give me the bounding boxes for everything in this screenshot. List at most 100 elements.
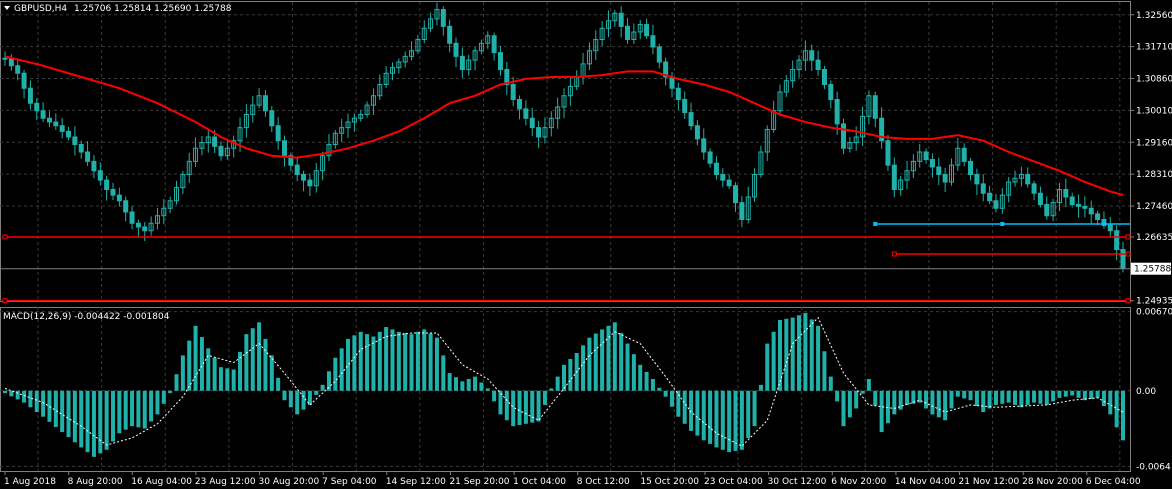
candle-body[interactable] — [34, 102, 40, 112]
candle-body[interactable] — [815, 59, 821, 70]
gbpusd-h4-chart[interactable]: 1.32560 1.31710 1.30860 1.30010 1.29160 1.283… — [0, 0, 1172, 489]
candle-body[interactable] — [701, 138, 707, 153]
level-anchor-point[interactable] — [1125, 251, 1131, 257]
candle-body[interactable] — [656, 46, 662, 63]
candle-body[interactable] — [510, 84, 516, 100]
candle-body[interactable] — [517, 99, 523, 110]
candle-body[interactable] — [440, 9, 446, 27]
candle-body[interactable] — [618, 12, 624, 27]
candle-body[interactable] — [694, 125, 700, 140]
candle-body[interactable] — [726, 179, 732, 187]
candle-body[interactable] — [40, 110, 46, 119]
candle-body[interactable] — [1088, 207, 1094, 215]
candle-body[interactable] — [453, 42, 459, 57]
macd-pane[interactable] — [3, 312, 1125, 457]
candle-body[interactable] — [968, 160, 974, 175]
candle-body[interactable] — [650, 35, 656, 48]
candle-body[interactable] — [669, 76, 675, 89]
candle-body[interactable] — [1082, 205, 1088, 209]
candle-body[interactable] — [936, 166, 942, 175]
level-anchor-point[interactable] — [1125, 298, 1131, 304]
candle-body[interactable] — [675, 87, 681, 100]
level-anchor-point[interactable] — [891, 251, 897, 257]
candle-body[interactable] — [1120, 249, 1126, 269]
candle-body[interactable] — [15, 65, 21, 74]
candle-body[interactable] — [447, 25, 453, 44]
candle-body[interactable] — [1037, 192, 1043, 205]
candle-body[interactable] — [116, 194, 122, 202]
candle-body[interactable] — [834, 99, 840, 125]
candle-body[interactable] — [974, 174, 980, 185]
support-anchor-point[interactable] — [1101, 222, 1106, 226]
candle-body[interactable] — [85, 151, 91, 162]
candle-body[interactable] — [1076, 204, 1082, 207]
candle-body[interactable] — [66, 130, 72, 138]
candle-body[interactable] — [809, 50, 815, 61]
candle-body[interactable] — [625, 25, 631, 40]
candle-body[interactable] — [301, 174, 307, 181]
candle-body[interactable] — [8, 57, 14, 67]
price-pane[interactable] — [0, 2, 1131, 304]
candle-body[interactable] — [282, 140, 287, 157]
candle-body[interactable] — [1044, 204, 1050, 217]
candle-body[interactable] — [459, 55, 465, 70]
candle-body[interactable] — [78, 144, 84, 153]
candle-body[interactable] — [1063, 189, 1069, 198]
candle-body[interactable] — [536, 127, 542, 138]
candle-body[interactable] — [739, 202, 745, 220]
candle-body[interactable] — [1025, 174, 1031, 185]
candle-body[interactable] — [1114, 230, 1120, 250]
candle-body[interactable] — [529, 117, 535, 129]
candle-body[interactable] — [97, 170, 103, 181]
candle-body[interactable] — [212, 136, 218, 147]
candle-body[interactable] — [961, 147, 967, 162]
candle-body[interactable] — [491, 35, 497, 54]
candle-body[interactable] — [891, 164, 897, 190]
candle-body[interactable] — [218, 145, 224, 157]
candle-body[interactable] — [110, 189, 116, 196]
candle-body[interactable] — [1095, 213, 1101, 220]
candle-body[interactable] — [707, 151, 713, 164]
candle-body[interactable] — [53, 121, 59, 127]
candle-body[interactable] — [27, 87, 33, 104]
candle-body[interactable] — [135, 222, 141, 228]
candle-body[interactable] — [713, 162, 719, 175]
candle-body[interactable] — [987, 192, 993, 202]
candle-body[interactable] — [262, 95, 268, 112]
candle-body[interactable] — [885, 140, 891, 166]
candle-body[interactable] — [828, 84, 834, 100]
candle-body[interactable] — [2, 57, 8, 60]
candle-body[interactable] — [821, 69, 827, 85]
candle-body[interactable] — [497, 52, 503, 70]
support-anchor-point[interactable] — [873, 222, 878, 226]
candle-body[interactable] — [688, 112, 694, 127]
candle-body[interactable] — [104, 179, 110, 190]
level-anchor-point[interactable] — [2, 234, 8, 240]
candle-body[interactable] — [91, 160, 97, 172]
candle-body[interactable] — [275, 125, 281, 142]
support-anchor-point[interactable] — [1000, 222, 1005, 226]
candle-body[interactable] — [1069, 196, 1075, 205]
candle-body[interactable] — [923, 151, 929, 160]
candle-body[interactable] — [294, 164, 300, 175]
candle-body[interactable] — [720, 174, 726, 181]
candle-body[interactable] — [929, 159, 935, 168]
candle-body[interactable] — [1107, 224, 1113, 232]
candle-body[interactable] — [123, 200, 129, 213]
candle-body[interactable] — [46, 117, 52, 123]
candle-body[interactable] — [59, 125, 65, 132]
candle-body[interactable] — [523, 108, 529, 119]
candle-body[interactable] — [142, 226, 148, 232]
candle-body[interactable] — [269, 110, 275, 127]
level-anchor-point[interactable] — [2, 298, 8, 304]
candle-body[interactable] — [993, 200, 999, 209]
candle-body[interactable] — [129, 211, 135, 224]
candle-body[interactable] — [1031, 183, 1037, 194]
candle-body[interactable] — [72, 136, 78, 145]
candle-body[interactable] — [21, 72, 27, 89]
candle-body[interactable] — [942, 174, 948, 183]
candle-body[interactable] — [307, 179, 313, 187]
candle-body[interactable] — [733, 185, 739, 204]
candle-body[interactable] — [682, 99, 688, 114]
candle-body[interactable] — [644, 24, 650, 37]
